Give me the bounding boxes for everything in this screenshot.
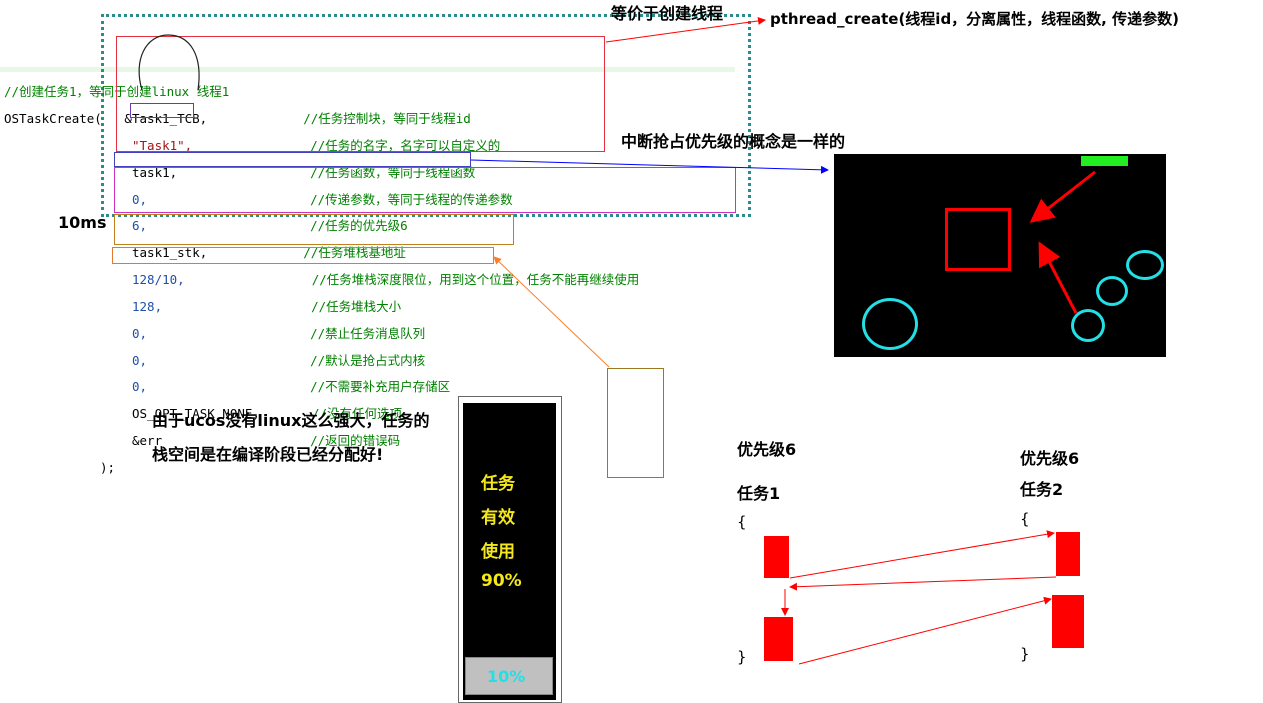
comment-size: //任务堆栈大小 bbox=[311, 298, 402, 314]
task2-name: 任务2 bbox=[1020, 480, 1064, 499]
task1-brace-open: { bbox=[737, 513, 747, 531]
comment-limit: //任务堆栈深度限位，用到这个位置，任务不能再继续使用 bbox=[311, 272, 640, 288]
task2-brace-open: { bbox=[1020, 510, 1030, 528]
task2-priority: 优先级6 bbox=[1020, 449, 1080, 468]
code-line-10: 0, //不需要补充用户存储区 bbox=[4, 380, 639, 393]
arg-q: 0, bbox=[132, 325, 148, 341]
comment-q: //禁止任务消息队列 bbox=[310, 325, 426, 341]
task1-block-bottom bbox=[764, 617, 793, 661]
box-ext bbox=[112, 247, 494, 264]
red-square bbox=[945, 208, 1011, 271]
placeholder-box bbox=[607, 368, 664, 478]
task2-block-bottom bbox=[1052, 595, 1084, 648]
code-line-7: 128, //任务堆栈大小 bbox=[4, 300, 639, 313]
cyan-circle-small-2 bbox=[1096, 276, 1128, 306]
stack-label-2: 有效 bbox=[481, 508, 515, 528]
code-line-6: 128/10, //任务堆栈深度限位，用到这个位置，任务不能再继续使用 bbox=[4, 273, 639, 286]
arrow-t2-back bbox=[789, 576, 1057, 591]
task2-block-top bbox=[1056, 532, 1080, 576]
circled-mark bbox=[138, 34, 200, 91]
stack-reserve-pct: 10% bbox=[487, 667, 526, 686]
stack-label-pct: 90% bbox=[481, 571, 522, 591]
cyan-circle-small-3 bbox=[1126, 250, 1164, 280]
stack-label-3: 使用 bbox=[481, 542, 515, 562]
task1-block-top bbox=[764, 536, 789, 578]
box-stack bbox=[114, 167, 736, 213]
label-equiv-thread: 等价于创建线程 bbox=[611, 4, 724, 23]
label-pthread-sig: pthread_create(线程id，分离属性，线程函数, 传递参数) bbox=[770, 10, 1179, 28]
comment-ext: //不需要补充用户存储区 bbox=[310, 379, 451, 395]
call-open: OSTaskCreate( bbox=[4, 111, 102, 127]
call-close: ); bbox=[100, 459, 116, 475]
task1-name: 任务1 bbox=[737, 484, 781, 503]
arg-tq: 0, bbox=[132, 352, 148, 368]
code-line-9: 0, //默认是抢占式内核 bbox=[4, 352, 639, 368]
cyan-circle-small-1 bbox=[1071, 309, 1105, 342]
comment-tq: //默认是抢占式内核 bbox=[310, 352, 426, 368]
label-10ms: 10ms bbox=[58, 213, 107, 232]
arg-limit: 128/10, bbox=[132, 272, 185, 288]
box-queue bbox=[114, 214, 514, 245]
stack-label-1: 任务 bbox=[481, 474, 515, 494]
arrow-t1-to-t2 bbox=[789, 530, 1055, 579]
cyan-circle-large bbox=[862, 298, 918, 350]
box-priority bbox=[114, 152, 471, 167]
code-line-8: 0, //禁止任务消息队列 bbox=[4, 327, 639, 340]
green-bar bbox=[1081, 156, 1128, 166]
arg-size: 128, bbox=[132, 298, 163, 314]
task1-brace-close: } bbox=[737, 648, 747, 666]
stack-note: 由于ucos没有linux这么强大，任务的栈空间是在编译阶段已经分配好! bbox=[152, 411, 430, 464]
task2-brace-close: } bbox=[1020, 645, 1030, 663]
arrow-t1-to-t2-bottom bbox=[798, 596, 1052, 665]
task1-priority: 优先级6 bbox=[737, 440, 797, 459]
label-interrupt-priority: 中断抢占优先级的概念是一样的 bbox=[621, 132, 846, 151]
arg-ext: 0, bbox=[132, 379, 148, 395]
